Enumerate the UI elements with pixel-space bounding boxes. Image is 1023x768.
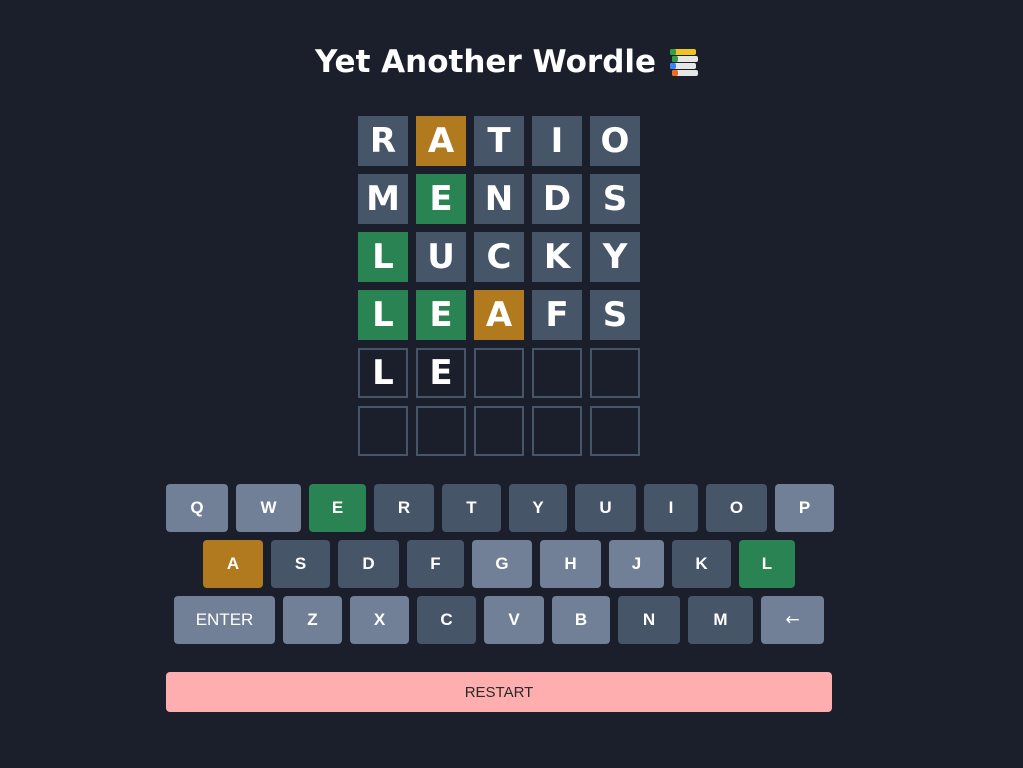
board-tile: R	[358, 116, 408, 166]
page-title-text: Yet Another Wordle	[314, 44, 657, 80]
enter-key[interactable]: ENTER	[174, 596, 275, 644]
board-tile: L	[358, 290, 408, 340]
key-q[interactable]: Q	[166, 484, 228, 532]
key-l[interactable]: L	[739, 540, 795, 588]
board-tile: S	[590, 290, 640, 340]
board-tile	[590, 406, 640, 456]
board-tile: A	[416, 116, 466, 166]
board-tile: A	[474, 290, 524, 340]
key-e[interactable]: E	[309, 484, 366, 532]
board-tile: M	[358, 174, 408, 224]
board-tile: I	[532, 116, 582, 166]
key-g[interactable]: G	[472, 540, 532, 588]
board-tile: K	[532, 232, 582, 282]
key-s[interactable]: S	[271, 540, 330, 588]
key-f[interactable]: F	[407, 540, 464, 588]
board-tile: E	[416, 290, 466, 340]
key-u[interactable]: U	[575, 484, 636, 532]
board-tile	[474, 406, 524, 456]
keyboard-row-1: QWERTYUIOP	[166, 484, 842, 532]
key-a[interactable]: A	[203, 540, 263, 588]
board-tile: F	[532, 290, 582, 340]
restart-button[interactable]: RESTART	[166, 672, 832, 712]
key-y[interactable]: Y	[509, 484, 567, 532]
key-d[interactable]: D	[338, 540, 399, 588]
board-tile: D	[532, 174, 582, 224]
keyboard-row-2: ASDFGHJKL	[203, 540, 803, 588]
board-tile	[416, 406, 466, 456]
key-z[interactable]: Z	[283, 596, 342, 644]
game-board: RATIOMENDSLUCKYLEAFSLE	[358, 116, 640, 456]
key-x[interactable]: X	[350, 596, 409, 644]
app: Yet Another Wordle RATIOMENDSLUCKYLEAFSL…	[0, 0, 1023, 768]
board-tile: Y	[590, 232, 640, 282]
backspace-key[interactable]: ←	[761, 596, 824, 644]
key-h[interactable]: H	[540, 540, 601, 588]
board-tile: E	[416, 348, 466, 398]
board-tile	[532, 406, 582, 456]
key-c[interactable]: C	[417, 596, 476, 644]
key-k[interactable]: K	[672, 540, 731, 588]
board-tile	[474, 348, 524, 398]
key-i[interactable]: I	[644, 484, 698, 532]
key-r[interactable]: R	[374, 484, 434, 532]
books-icon	[668, 46, 700, 78]
key-b[interactable]: B	[552, 596, 610, 644]
key-t[interactable]: T	[442, 484, 501, 532]
key-v[interactable]: V	[484, 596, 544, 644]
key-w[interactable]: W	[236, 484, 301, 532]
key-j[interactable]: J	[609, 540, 664, 588]
board-tile: O	[590, 116, 640, 166]
board-tile: T	[474, 116, 524, 166]
keyboard-row-3: ENTER Z X C V B N M ←	[174, 596, 832, 644]
board-tile	[532, 348, 582, 398]
board-tile: E	[416, 174, 466, 224]
key-n[interactable]: N	[618, 596, 680, 644]
key-p[interactable]: P	[775, 484, 834, 532]
board-tile: L	[358, 232, 408, 282]
board-tile: N	[474, 174, 524, 224]
board-tile: C	[474, 232, 524, 282]
board-tile: L	[358, 348, 408, 398]
key-o[interactable]: O	[706, 484, 767, 532]
page-title: Yet Another Wordle	[0, 44, 1023, 80]
board-tile	[590, 348, 640, 398]
board-tile: S	[590, 174, 640, 224]
board-tile	[358, 406, 408, 456]
board-tile: U	[416, 232, 466, 282]
key-m[interactable]: M	[688, 596, 753, 644]
